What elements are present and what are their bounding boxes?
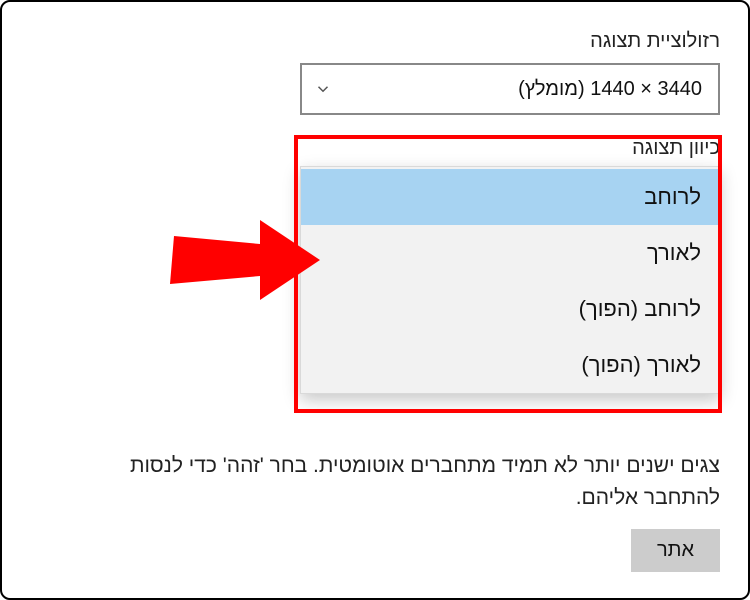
resolution-row: 3440 × 1440 (מומלץ) bbox=[30, 63, 720, 115]
orientation-option-label: לאורך bbox=[647, 240, 701, 266]
footer-section: צגים ישנים יותר לא תמיד מתחברים אוטומטית… bbox=[30, 450, 720, 572]
orientation-option-portrait-flipped[interactable]: לאורך (הפוך) bbox=[301, 337, 719, 393]
settings-panel: רזולוציית תצוגה 3440 × 1440 (מומלץ) כיוו… bbox=[0, 0, 750, 600]
orientation-section: כיוון תצוגה לרוחב לאורך לרוחב (הפוך) לאו… bbox=[300, 135, 720, 394]
orientation-option-label: לרוחב bbox=[644, 184, 701, 210]
orientation-option-landscape[interactable]: לרוחב bbox=[301, 169, 719, 225]
orientation-dropdown[interactable]: לרוחב לאורך לרוחב (הפוך) לאורך (הפוך) bbox=[300, 166, 720, 394]
orientation-option-label: לאורך (הפוך) bbox=[581, 352, 701, 378]
annotation-arrow-icon bbox=[142, 202, 322, 322]
orientation-option-landscape-flipped[interactable]: לרוחב (הפוך) bbox=[301, 281, 719, 337]
orientation-label: כיוון תצוגה bbox=[300, 135, 720, 166]
resolution-label: רזולוציית תצוגה bbox=[30, 30, 720, 53]
detect-button[interactable]: אתר bbox=[631, 529, 720, 572]
resolution-value: 3440 × 1440 (מומלץ) bbox=[332, 78, 702, 101]
chevron-down-icon bbox=[314, 80, 332, 98]
orientation-option-label: לרוחב (הפוך) bbox=[579, 296, 701, 322]
footer-text: צגים ישנים יותר לא תמיד מתחברים אוטומטית… bbox=[80, 450, 720, 515]
orientation-option-portrait[interactable]: לאורך bbox=[301, 225, 719, 281]
resolution-select[interactable]: 3440 × 1440 (מומלץ) bbox=[300, 63, 720, 115]
